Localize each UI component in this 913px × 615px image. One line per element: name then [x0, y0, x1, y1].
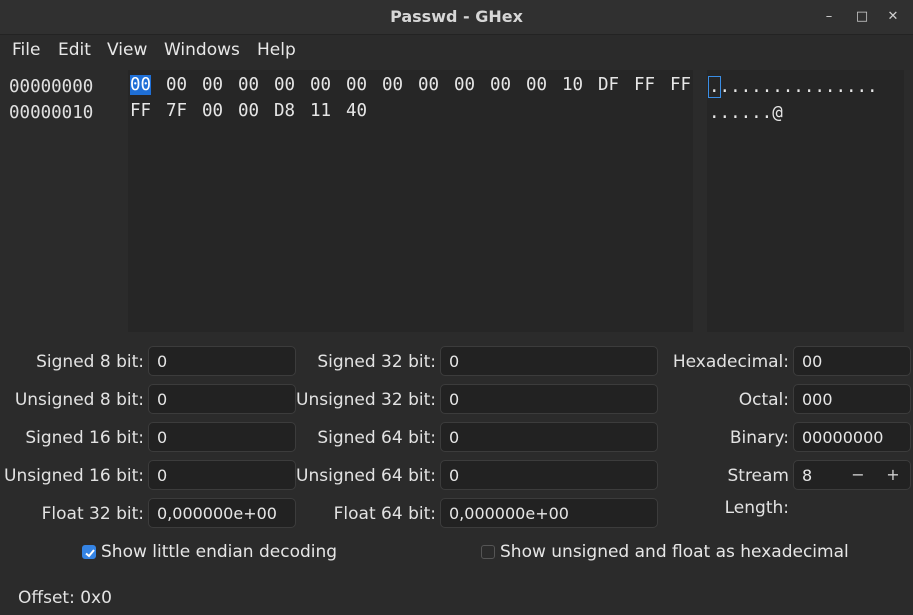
menu-view[interactable]: View [107, 40, 147, 60]
signed-8-field[interactable]: 0 [148, 346, 296, 376]
hex-byte[interactable]: 00 [346, 72, 382, 98]
hex-byte[interactable]: FF [670, 72, 706, 98]
unsigned-32-label: Unsigned 32 bit: [296, 390, 436, 410]
hexadecimal-label: Hexadecimal: [672, 352, 789, 372]
unsigned-16-label: Unsigned 16 bit: [4, 466, 144, 486]
hex-byte[interactable]: 00 [202, 98, 238, 124]
float-32-label: Float 32 bit: [41, 504, 144, 524]
hex-byte[interactable]: DF [598, 72, 634, 98]
title-bar: Passwd - GHex – □ ✕ [0, 0, 913, 35]
data-converter-panel: Signed 8 bit: 0 Unsigned 8 bit: 0 Signed… [0, 340, 913, 580]
hex-pane[interactable]: 00 00 00 00 00 00 00 00 00 00 00 00 10 DF FF FF FF 7F 00 00… [128, 70, 693, 332]
hex-row: FF 7F 00 00 D8 11 40 [130, 98, 693, 124]
float-64-field[interactable]: 0,000000e+00 [440, 498, 658, 528]
float-64-label: Float 64 bit: [333, 504, 436, 524]
stream-length-value: 8 [802, 466, 813, 485]
unsigned-64-label: Unsigned 64 bit: [296, 466, 436, 486]
hex-byte[interactable]: FF [130, 98, 166, 124]
hex-byte[interactable]: 00 [310, 72, 346, 98]
status-bar: Offset: 0x0 [0, 582, 913, 615]
offset-label: 00000000 [9, 77, 94, 97]
unsigned-8-label: Unsigned 8 bit: [14, 390, 144, 410]
hex-byte[interactable]: 00 [274, 72, 310, 98]
hex-byte[interactable]: 00 [238, 72, 274, 98]
ascii-cursor: . [708, 76, 721, 98]
ascii-row: ................ [708, 76, 878, 98]
window-title: Passwd - GHex [390, 7, 523, 26]
hex-row: 00 00 00 00 00 00 00 00 00 00 00 00 10 DF FF FF [130, 72, 693, 98]
offset-label: 00000010 [9, 103, 94, 123]
menu-file[interactable]: File [12, 40, 40, 60]
vertical-scrollbar[interactable] [905, 70, 913, 332]
menu-bar: File Edit View Windows Help [0, 35, 913, 67]
hex-byte[interactable]: 11 [310, 98, 346, 124]
hex-byte[interactable]: 10 [562, 72, 598, 98]
ascii-row: ......@ [709, 103, 783, 123]
signed-64-label: Signed 64 bit: [317, 428, 436, 448]
binary-label: Binary: [729, 428, 789, 448]
ascii-pane[interactable]: ................ ......@ [707, 70, 904, 332]
stream-length-increment-button[interactable]: + [876, 460, 910, 490]
hex-byte[interactable]: 00 [130, 72, 166, 98]
hex-byte[interactable]: 00 [202, 72, 238, 98]
hex-byte[interactable]: 00 [166, 72, 202, 98]
close-button[interactable]: ✕ [884, 8, 902, 26]
hex-byte[interactable]: 00 [238, 98, 274, 124]
unsigned-hex-label[interactable]: Show unsigned and float as hexadecimal [500, 542, 849, 562]
float-32-field[interactable]: 0,000000e+00 [148, 498, 296, 528]
unsigned-8-field[interactable]: 0 [148, 384, 296, 414]
stream-length-decrement-button[interactable]: − [841, 460, 875, 490]
hex-byte[interactable]: FF [634, 72, 670, 98]
unsigned-32-field[interactable]: 0 [440, 384, 658, 414]
maximize-button[interactable]: □ [853, 8, 871, 26]
offset-column: 00000000 00000010 [9, 74, 124, 126]
signed-32-field[interactable]: 0 [440, 346, 658, 376]
unsigned-64-field[interactable]: 0 [440, 460, 658, 490]
unsigned-16-field[interactable]: 0 [148, 460, 296, 490]
signed-16-label: Signed 16 bit: [25, 428, 144, 448]
hex-byte[interactable]: 00 [490, 72, 526, 98]
hex-byte[interactable]: 7F [166, 98, 202, 124]
hex-byte[interactable]: 00 [526, 72, 562, 98]
menu-help[interactable]: Help [257, 40, 296, 60]
stream-length-label: Stream Length: [724, 466, 789, 518]
little-endian-label[interactable]: Show little endian decoding [101, 542, 337, 562]
hex-cursor: 00 [130, 75, 152, 95]
hex-byte[interactable]: D8 [274, 98, 310, 124]
menu-windows[interactable]: Windows [164, 40, 240, 60]
signed-32-label: Signed 32 bit: [317, 352, 436, 372]
checkmark-icon [85, 549, 95, 558]
unsigned-hex-checkbox[interactable] [481, 545, 495, 559]
hex-byte[interactable]: 00 [418, 72, 454, 98]
hex-byte[interactable]: 00 [454, 72, 490, 98]
hex-byte[interactable]: 00 [382, 72, 418, 98]
minimize-button[interactable]: – [820, 8, 838, 26]
binary-field[interactable]: 00000000 [793, 422, 911, 452]
signed-16-field[interactable]: 0 [148, 422, 296, 452]
menu-edit[interactable]: Edit [58, 40, 91, 60]
octal-field[interactable]: 000 [793, 384, 911, 414]
hex-byte[interactable]: 40 [346, 98, 382, 124]
signed-8-label: Signed 8 bit: [36, 352, 144, 372]
little-endian-checkbox[interactable] [82, 545, 96, 559]
signed-64-field[interactable]: 0 [440, 422, 658, 452]
offset-status: Offset: 0x0 [18, 588, 112, 608]
octal-label: Octal: [738, 390, 789, 410]
hexadecimal-field[interactable]: 00 [793, 346, 911, 376]
